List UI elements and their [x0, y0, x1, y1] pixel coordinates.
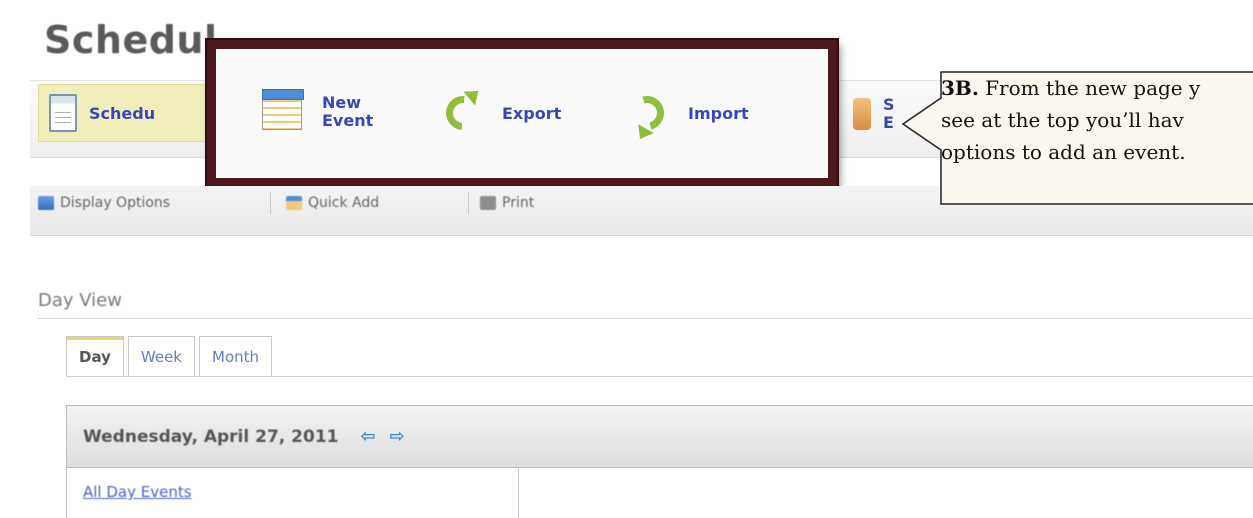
- toolbar-divider: [270, 192, 271, 214]
- quick-add-button[interactable]: Quick Add: [286, 192, 379, 214]
- partial-toolbar-button[interactable]: S E: [853, 96, 895, 132]
- tab-week[interactable]: Week: [127, 336, 195, 376]
- callout-step: 3B.: [941, 76, 979, 100]
- export-label: Export: [502, 103, 562, 123]
- day-calendar: Wednesday, April 27, 2011 ⇦ ⇨ All Day Ev…: [66, 405, 1253, 518]
- page-title: Schedul: [44, 18, 218, 62]
- tab-month[interactable]: Month: [199, 336, 273, 376]
- import-button[interactable]: Import: [623, 89, 749, 137]
- display-options-button[interactable]: Display Options: [38, 192, 170, 214]
- new-event-label-line2: Event: [322, 111, 374, 130]
- partial-icon: [853, 98, 871, 130]
- previous-day-arrow-icon[interactable]: ⇦: [360, 426, 375, 447]
- tab-day[interactable]: Day: [66, 336, 124, 376]
- display-options-icon: [38, 196, 54, 210]
- new-event-button[interactable]: New Event: [262, 89, 374, 130]
- view-tabs: Day Week Month: [66, 336, 273, 376]
- import-label: Import: [688, 103, 749, 123]
- next-day-arrow-icon[interactable]: ⇨: [390, 426, 405, 447]
- print-label: Print: [502, 195, 535, 211]
- print-icon: [480, 196, 496, 210]
- calendar-date: Wednesday, April 27, 2011: [83, 426, 339, 447]
- partial-label-line1: S: [883, 95, 895, 114]
- all-day-cell: All Day Events: [67, 468, 519, 518]
- callout-text: 3B. From the new page y see at the top y…: [941, 72, 1253, 192]
- export-button[interactable]: Export: [439, 89, 562, 137]
- import-icon: [623, 89, 671, 137]
- section-title: Day View: [38, 290, 122, 311]
- new-event-icon: [262, 89, 304, 130]
- quick-add-label: Quick Add: [308, 195, 380, 211]
- callout-line-1: 3B. From the new page y: [941, 72, 1253, 104]
- print-button[interactable]: Print: [480, 192, 534, 214]
- partial-label-line2: E: [883, 113, 894, 132]
- tab-divider: [66, 376, 1253, 377]
- all-day-events-link[interactable]: All Day Events: [83, 483, 192, 501]
- quick-add-icon: [286, 196, 302, 210]
- calendar-header: Wednesday, April 27, 2011 ⇦ ⇨: [67, 406, 1253, 468]
- toolbar-divider: [468, 192, 469, 214]
- schedule-button[interactable]: Schedu: [38, 84, 228, 142]
- display-options-label: Display Options: [60, 195, 171, 211]
- schedule-label: Schedu: [89, 103, 156, 123]
- callout-line-1-rest: From the new page y: [978, 76, 1201, 100]
- callout-line-3: options to add an event.: [941, 140, 1186, 164]
- section-divider: [38, 318, 1253, 319]
- callout-line-2: see at the top you’ll hav: [941, 108, 1184, 132]
- calendar-icon: [49, 94, 77, 132]
- export-icon: [439, 89, 487, 137]
- new-event-label-line1: New: [322, 93, 362, 112]
- secondary-toolbar: [30, 186, 1253, 236]
